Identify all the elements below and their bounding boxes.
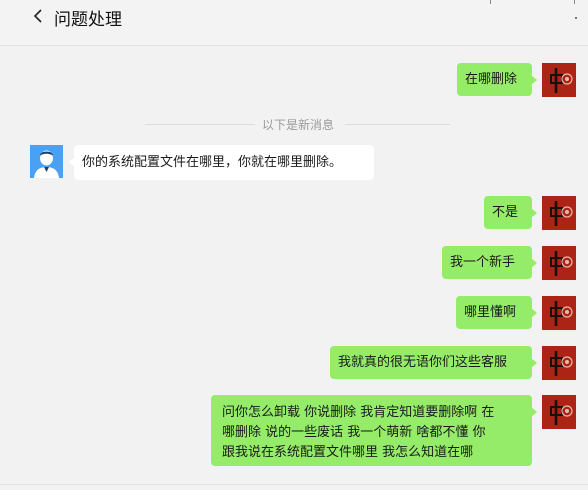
chevron-left-icon[interactable] <box>30 6 48 26</box>
user-avatar[interactable] <box>542 196 576 230</box>
china-calligraphy-icon <box>542 346 576 380</box>
input-area-border <box>0 484 588 485</box>
message-text: 你的系统配置文件在哪里，你就在哪里删除。 <box>82 155 343 170</box>
china-calligraphy-icon <box>542 296 576 330</box>
message-text: 我就真的很无语你们这些客服 <box>338 355 508 370</box>
china-calligraphy-icon <box>542 395 576 429</box>
message-text-line: 问你怎么卸载 你说删除 我肯定知道要删除啊 在 <box>222 405 495 420</box>
divider-line <box>345 124 450 125</box>
message-bubble[interactable]: 不是 <box>484 196 537 229</box>
message-bubble[interactable]: 我就真的很无语你们这些客服 <box>330 346 537 379</box>
message-text-line: 哪删除 说的一些废话 我一个萌新 啥都不懂 你 <box>222 425 486 440</box>
china-calligraphy-icon <box>542 246 576 280</box>
user-avatar[interactable] <box>542 246 576 280</box>
window-edge-mark <box>490 0 491 4</box>
message-bubble[interactable]: 我一个新手 <box>442 246 537 279</box>
user-avatar[interactable] <box>542 346 576 380</box>
person-icon <box>30 145 63 178</box>
window-edge-mark <box>574 0 575 4</box>
user-avatar[interactable] <box>542 296 576 330</box>
message-bubble[interactable]: 哪里懂啊 <box>456 296 537 329</box>
message-text: 在哪删除 <box>465 72 518 87</box>
china-calligraphy-icon <box>542 196 576 230</box>
user-avatar[interactable] <box>542 395 576 429</box>
message-text: 不是 <box>492 205 519 220</box>
user-avatar[interactable] <box>542 63 576 97</box>
page-title: 问题处理 <box>54 10 122 30</box>
new-messages-divider: 以下是新消息 <box>261 118 334 132</box>
message-bubble[interactable]: 问你怎么卸载 你说删除 我肯定知道要删除啊 在 哪删除 说的一些废话 我一个萌新… <box>211 395 537 466</box>
divider-line <box>145 124 255 125</box>
more-dot[interactable] <box>575 17 577 19</box>
message-text: 我一个新手 <box>450 255 516 270</box>
china-calligraphy-icon <box>542 63 576 97</box>
agent-avatar[interactable] <box>30 145 63 178</box>
message-bubble[interactable]: 在哪删除 <box>457 63 537 96</box>
message-bubble[interactable]: 你的系统配置文件在哪里，你就在哪里删除。 <box>69 145 374 180</box>
message-text-line: 跟我说在系统配置文件哪里 我怎么知道在哪 <box>222 445 474 460</box>
title-bar: 问题处理 <box>0 0 588 46</box>
message-text: 哪里懂啊 <box>464 305 517 320</box>
